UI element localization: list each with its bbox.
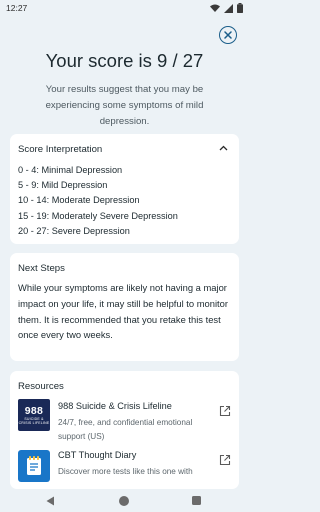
close-button[interactable] — [219, 26, 237, 44]
interpretation-item: 20 - 27: Severe Depression — [18, 225, 130, 236]
status-bar: 12:27 — [0, 0, 249, 17]
resource-item-cbt-thought-diary[interactable]: CBT Thought Diary Discover more tests li… — [18, 448, 233, 489]
wifi-icon — [210, 4, 220, 12]
home-icon[interactable] — [119, 496, 129, 506]
score-description: Your results suggest that you may be exp… — [45, 84, 204, 127]
resource-name: CBT Thought Diary — [58, 450, 137, 460]
interpretation-list: 0 - 4: Minimal Depression 5 - 9: Mild De… — [18, 163, 178, 239]
resource-description: 24/7, free, and confidential emotional s… — [58, 418, 193, 441]
status-time: 12:27 — [6, 3, 28, 13]
resource-item-988-lifeline[interactable]: 988 SUICIDE & CRISIS LIFELINE 988 Suicid… — [18, 399, 233, 443]
interpretation-item: 0 - 4: Minimal Depression — [18, 165, 123, 175]
notepad-icon — [18, 450, 50, 482]
988-logo: 988 SUICIDE & CRISIS LIFELINE — [18, 399, 50, 431]
external-link-icon[interactable] — [219, 454, 231, 466]
status-icons — [210, 3, 243, 13]
score-interpretation-card: Score Interpretation 0 - 4: Minimal Depr… — [10, 134, 239, 244]
next-steps-title: Next Steps — [18, 263, 65, 274]
resources-title: Resources — [18, 381, 64, 392]
signal-icon — [224, 3, 233, 13]
close-icon — [224, 31, 232, 39]
navigation-bar — [0, 490, 249, 512]
score-title: Your score is 9 / 27 — [45, 50, 204, 71]
interpretation-item: 15 - 19: Moderately Severe Depression — [18, 210, 178, 221]
back-icon[interactable] — [46, 496, 55, 506]
next-steps-card: Next Steps While your symptoms are likel… — [10, 253, 239, 361]
next-steps-body: While your symptoms are likely not havin… — [18, 282, 228, 341]
collapse-button[interactable] — [217, 142, 229, 154]
988-logo-subtext: SUICIDE & CRISIS LIFELINE — [18, 417, 50, 425]
resources-card: Resources 988 SUICIDE & CRISIS LIFELINE … — [10, 371, 239, 489]
recent-apps-icon[interactable] — [192, 496, 201, 505]
resource-name: 988 Suicide & Crisis Lifeline — [58, 401, 172, 411]
chevron-up-icon — [219, 145, 227, 151]
interpretation-item: 5 - 9: Mild Depression — [18, 180, 108, 191]
external-link-icon[interactable] — [219, 405, 231, 417]
resource-description: Discover more tests like this one with — [58, 467, 193, 476]
interpretation-item: 10 - 14: Moderate Depression — [18, 195, 140, 206]
988-logo-text: 988 — [24, 405, 44, 417]
battery-icon — [237, 3, 243, 13]
score-interpretation-title: Score Interpretation — [18, 144, 103, 155]
